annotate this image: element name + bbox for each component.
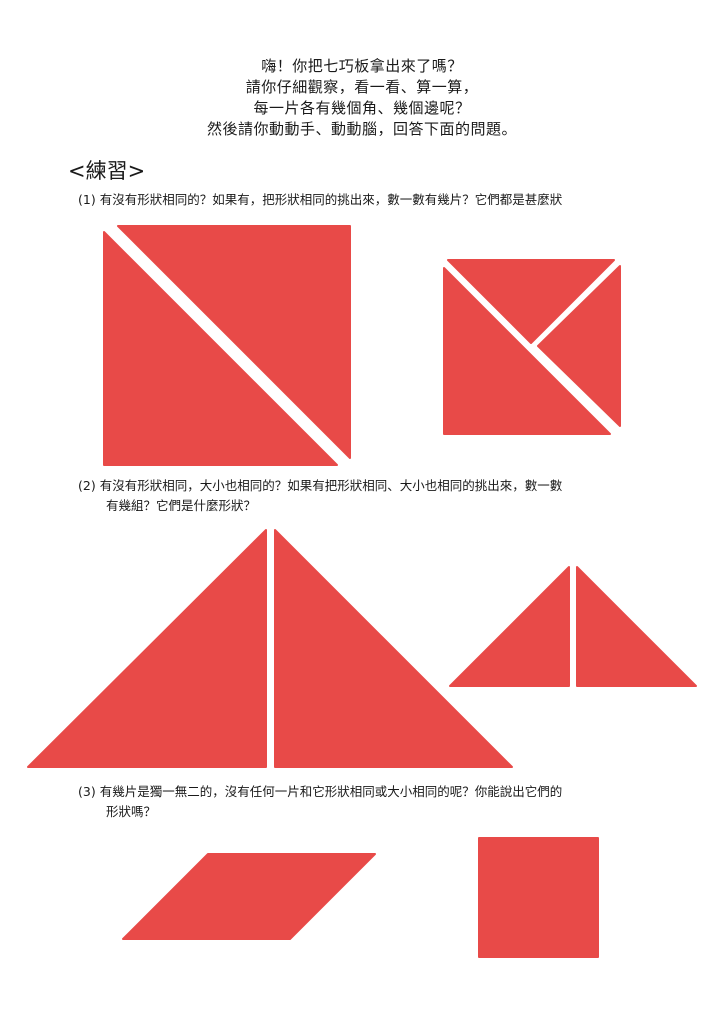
tangram-figures <box>27 225 697 958</box>
figure-small-triangles <box>449 566 697 687</box>
figure-large-square <box>103 225 351 466</box>
large-triangle-right <box>274 529 513 768</box>
parallelogram-piece <box>122 853 376 940</box>
large-triangle-left <box>27 529 267 768</box>
small-triangle-left <box>449 566 570 687</box>
figure-large-triangles <box>27 529 513 768</box>
square-piece <box>478 837 599 958</box>
figure-small-square <box>443 259 621 435</box>
small-triangle-right <box>576 566 697 687</box>
